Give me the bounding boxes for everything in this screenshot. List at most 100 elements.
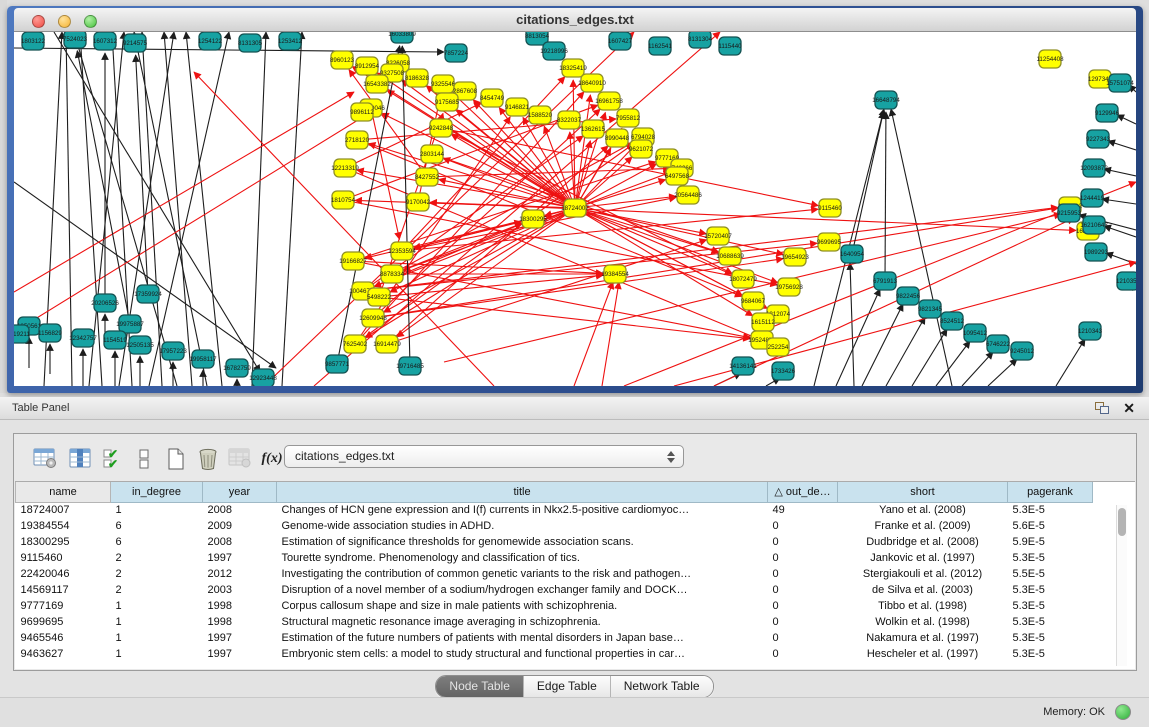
network-node[interactable]: 9245012 [1010, 342, 1035, 360]
network-node[interactable]: 19756928 [775, 278, 803, 296]
network-node[interactable]: 3919211 [14, 325, 30, 343]
table-select-dropdown[interactable]: citations_edges.txt [284, 445, 684, 468]
network-node[interactable]: 18072479 [729, 270, 757, 288]
network-node[interactable]: 8990448 [605, 129, 630, 147]
network-node[interactable]: 15720407 [704, 227, 732, 245]
network-node[interactable]: 16543382 [363, 75, 391, 93]
network-node[interactable]: 252254 [767, 338, 789, 356]
network-node[interactable]: 17359924 [134, 285, 162, 303]
network-node[interactable]: 1810754 [331, 191, 356, 209]
column-header-in_degree[interactable]: in_degree [111, 482, 203, 502]
network-node[interactable]: 1640954 [840, 245, 865, 263]
network-node[interactable]: 12353594 [388, 242, 416, 260]
table-row[interactable]: 969969511998Structural magnetic resonanc… [16, 614, 1136, 630]
show-columns-icon[interactable] [68, 446, 94, 471]
network-window-titlebar[interactable]: citations_edges.txt [14, 8, 1136, 32]
column-header-year[interactable]: year [203, 482, 277, 502]
network-node[interactable]: 14136141 [729, 357, 757, 375]
network-node[interactable]: 9621072 [629, 140, 654, 158]
network-node[interactable]: 1733426 [771, 362, 796, 380]
network-node[interactable]: 9699695 [817, 233, 842, 251]
network-canvas[interactable]: 1872400718300295193845548960123891295482… [14, 32, 1136, 386]
column-header-title[interactable]: title [277, 482, 768, 502]
network-node[interactable]: 19975887 [116, 315, 144, 333]
network-node[interactable]: 10688639 [716, 247, 744, 265]
network-node[interactable]: 19166827 [339, 252, 367, 270]
network-node[interactable]: 16914479 [373, 335, 401, 353]
network-node[interactable]: 7955812 [616, 109, 641, 127]
network-node[interactable]: 8131305 [238, 34, 263, 52]
network-node[interactable]: 20564486 [674, 186, 702, 204]
network-node[interactable]: 9227343 [1086, 130, 1111, 148]
network-node[interactable]: 9175685 [435, 93, 460, 111]
table-row[interactable]: 1872400712008Changes of HCN gene express… [16, 502, 1136, 518]
network-node[interactable]: 7524023 [63, 32, 88, 48]
delete-icon[interactable] [195, 446, 221, 471]
network-node[interactable]: 20206526 [91, 294, 119, 312]
network-node[interactable]: 12923448 [249, 369, 277, 386]
column-header-short[interactable]: short [838, 482, 1008, 502]
network-node[interactable]: 1588520 [528, 106, 553, 124]
network-node[interactable]: 16782759 [223, 359, 251, 377]
network-node[interactable]: 1156829 [38, 324, 62, 342]
network-node[interactable]: 6791913 [873, 272, 898, 290]
network-node[interactable]: 8912954 [355, 57, 380, 75]
new-document-icon[interactable] [163, 446, 189, 471]
network-node[interactable]: 9857771 [325, 355, 350, 373]
network-node[interactable]: 9214575 [123, 34, 148, 52]
table-row[interactable]: 1456911722003Disruption of a novel membe… [16, 582, 1136, 598]
table-row[interactable]: 1938455462009Genome-wide association stu… [16, 518, 1136, 534]
table-header-row[interactable]: namein_degreeyeartitle△ out_de…shortpage… [16, 482, 1136, 502]
network-node[interactable]: 9684067 [741, 292, 766, 310]
network-node[interactable]: 9896112 [350, 103, 374, 121]
column-header-name[interactable]: name [16, 482, 111, 502]
network-node[interactable]: 2803144 [420, 145, 445, 163]
table-row[interactable]: 1830029562008Estimation of significance … [16, 534, 1136, 550]
network-node[interactable]: 11254408 [1036, 50, 1064, 68]
network-node[interactable]: 19384554 [601, 265, 629, 283]
network-node[interactable]: 1362615 [581, 120, 606, 138]
network-node[interactable]: 1989293 [1084, 243, 1109, 261]
network-node[interactable]: 9325546 [431, 75, 456, 93]
network-node[interactable]: 12609948 [359, 309, 387, 327]
table-row[interactable]: 911546021997Tourette syndrome. Phenomeno… [16, 550, 1136, 566]
table-mode-icon[interactable] [32, 446, 58, 471]
network-node[interactable]: 8131304 [688, 32, 713, 48]
network-node[interactable]: 19218996 [540, 42, 568, 60]
network-node[interactable]: 8322037 [557, 111, 582, 129]
network-node[interactable]: 9242848 [429, 119, 454, 137]
network-node[interactable]: 8427552 [415, 168, 440, 186]
network-node[interactable]: 1607312 [93, 32, 118, 50]
network-node[interactable]: 8524512 [940, 312, 965, 330]
close-panel-icon[interactable]: ✕ [1123, 400, 1135, 417]
network-node[interactable]: 9215953 [1057, 204, 1082, 222]
network-node[interactable]: 1115440 [718, 37, 742, 55]
scrollbar-thumb[interactable] [1118, 508, 1126, 536]
network-node[interactable]: 1210343 [1078, 322, 1103, 340]
table-row[interactable]: 946554611997Estimation of the future num… [16, 630, 1136, 646]
function-builder-icon[interactable]: f(x) [259, 446, 285, 471]
network-node[interactable]: 18640910 [578, 74, 606, 92]
network-node[interactable]: 8454749 [480, 89, 505, 107]
delete-table-icon[interactable] [227, 446, 253, 471]
column-header-pagerank[interactable]: pagerank [1008, 482, 1093, 502]
network-node[interactable]: 18724007 [561, 199, 589, 217]
network-node[interactable]: 1615112 [751, 313, 775, 331]
network-node[interactable]: 5498222 [367, 288, 392, 306]
network-node[interactable]: 1210352 [1116, 272, 1136, 290]
network-node[interactable]: 12342757 [69, 329, 97, 347]
table-row[interactable]: 977716911998Corpus callosum shape and si… [16, 598, 1136, 614]
network-node[interactable]: 1803122 [21, 32, 46, 50]
network-node[interactable]: 9821345 [918, 300, 943, 318]
network-node[interactable]: 17957223 [159, 342, 187, 360]
network-node[interactable]: 12505135 [126, 336, 154, 354]
network-node[interactable]: 15751074 [1106, 74, 1134, 92]
network-node[interactable]: 8186328 [405, 69, 430, 87]
network-node[interactable]: 12213319 [331, 159, 359, 177]
network-node[interactable]: 1607427 [608, 32, 633, 50]
network-node[interactable]: 1095412 [963, 324, 988, 342]
network-node[interactable]: 7857224 [444, 44, 469, 62]
network-node[interactable]: 9115460 [818, 199, 842, 217]
row-height-icon[interactable] [131, 446, 157, 471]
network-node[interactable]: 7625402 [343, 335, 368, 353]
